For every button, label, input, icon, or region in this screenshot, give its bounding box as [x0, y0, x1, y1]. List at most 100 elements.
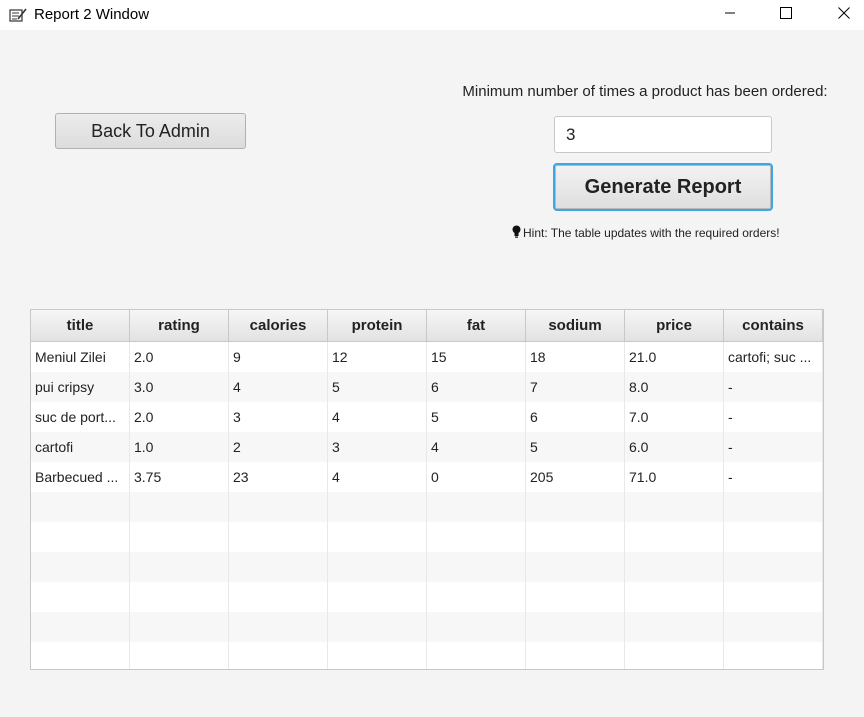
column-header-contains[interactable]: contains: [724, 310, 823, 341]
table-cell: [526, 492, 625, 522]
table-cell: 4: [328, 462, 427, 492]
table-cell: [427, 552, 526, 582]
table-cell: 6: [427, 372, 526, 402]
minimize-button[interactable]: [707, 0, 753, 30]
table-cell: [130, 642, 229, 669]
table-cell: 5: [328, 372, 427, 402]
table-cell: 2: [229, 432, 328, 462]
table-cell: [130, 522, 229, 552]
table-cell: 6.0: [625, 432, 724, 462]
table-cell: pui cripsy: [31, 372, 130, 402]
table-row[interactable]: [31, 522, 823, 552]
table-cell: [724, 642, 823, 669]
table-cell: Meniul Zilei: [31, 342, 130, 372]
table-cell: [625, 552, 724, 582]
min-orders-input[interactable]: 3: [554, 116, 772, 153]
table-cell: [526, 612, 625, 642]
table-cell: [229, 582, 328, 612]
column-header-protein[interactable]: protein: [328, 310, 427, 341]
table-cell: 3: [229, 402, 328, 432]
report-table[interactable]: title rating calories protein fat sodium price…: [30, 309, 824, 670]
table-row[interactable]: Barbecued ... 3.75 23 4 0 205 71.0-: [31, 462, 823, 492]
window-title: Report 2 Window: [34, 6, 150, 23]
table-cell: -: [724, 462, 823, 492]
table-cell: [427, 642, 526, 669]
column-header-title[interactable]: title: [31, 310, 130, 341]
table-cell: [724, 552, 823, 582]
table-cell: [229, 552, 328, 582]
table-cell: 6: [526, 402, 625, 432]
table-row[interactable]: [31, 492, 823, 522]
table-cell: [724, 612, 823, 642]
table-cell: [427, 612, 526, 642]
table-cell: [31, 522, 130, 552]
table-cell: [229, 492, 328, 522]
table-cell: [625, 522, 724, 552]
table-cell: [427, 522, 526, 552]
table-cell: [130, 612, 229, 642]
table-cell: [328, 492, 427, 522]
generate-report-button[interactable]: Generate Report: [553, 163, 773, 211]
table-cell: [625, 492, 724, 522]
table-cell: suc de port...: [31, 402, 130, 432]
table-cell: cartofi; suc ...: [724, 342, 823, 372]
table-cell: [724, 492, 823, 522]
table-cell: [130, 582, 229, 612]
table-row[interactable]: Meniul Zilei 2.0 9 12 15 18 21.0 cartofi; suc .…: [31, 342, 823, 372]
table-cell: 4: [328, 402, 427, 432]
table-row[interactable]: [31, 642, 823, 669]
title-bar: Report 2 Window: [0, 0, 864, 30]
close-icon: [838, 6, 850, 24]
table-cell: [427, 582, 526, 612]
table-cell: 3.0: [130, 372, 229, 402]
table-cell: [130, 492, 229, 522]
report-window: Report 2 Window Back To Admin Minimum nu…: [0, 0, 864, 717]
table-cell: 23: [229, 462, 328, 492]
table-cell: [526, 642, 625, 669]
table-cell: 12: [328, 342, 427, 372]
table-cell: -: [724, 402, 823, 432]
table-cell: 3: [328, 432, 427, 462]
table-cell: 15: [427, 342, 526, 372]
table-cell: 71.0: [625, 462, 724, 492]
table-cell: [229, 642, 328, 669]
table-cell: [427, 492, 526, 522]
app-icon: [9, 7, 27, 23]
table-cell: 0: [427, 462, 526, 492]
table-cell: 1.0: [130, 432, 229, 462]
column-header-rating[interactable]: rating: [130, 310, 229, 341]
table-cell: cartofi: [31, 432, 130, 462]
table-row[interactable]: [31, 582, 823, 612]
maximize-icon: [780, 6, 792, 24]
table-row[interactable]: pui cripsy 3.0 4 5 6 7 8.0-: [31, 372, 823, 402]
column-header-sodium[interactable]: sodium: [526, 310, 625, 341]
column-header-price[interactable]: price: [625, 310, 724, 341]
table-cell: 2.0: [130, 402, 229, 432]
column-header-fat[interactable]: fat: [427, 310, 526, 341]
table-cell: [625, 582, 724, 612]
table-cell: 7: [526, 372, 625, 402]
table-row[interactable]: [31, 612, 823, 642]
min-orders-label: Minimum number of times a product has be…: [462, 83, 828, 100]
column-header-calories[interactable]: calories: [229, 310, 328, 341]
table-cell: [724, 582, 823, 612]
table-cell: [724, 522, 823, 552]
table-header: title rating calories protein fat sodium price…: [31, 310, 823, 342]
table-cell: [31, 642, 130, 669]
back-to-admin-button[interactable]: Back To Admin: [55, 113, 246, 149]
hint-label: Hint: The table updates with the require…: [523, 226, 780, 240]
table-cell: [526, 552, 625, 582]
table-cell: [328, 612, 427, 642]
table-cell: 3.75: [130, 462, 229, 492]
table-row[interactable]: [31, 552, 823, 582]
table-cell: 8.0: [625, 372, 724, 402]
table-cell: [328, 642, 427, 669]
hint-text: Hint: The table updates with the require…: [512, 225, 780, 241]
table-row[interactable]: cartofi 1.0 2 3 4 5 6.0-: [31, 432, 823, 462]
table-body: Meniul Zilei 2.0 9 12 15 18 21.0 cartofi; suc .…: [31, 342, 823, 669]
table-cell: [31, 582, 130, 612]
table-cell: 4: [229, 372, 328, 402]
table-row[interactable]: suc de port... 2.0 3 4 5 6 7.0-: [31, 402, 823, 432]
close-button[interactable]: [821, 0, 864, 30]
maximize-button[interactable]: [763, 0, 809, 30]
